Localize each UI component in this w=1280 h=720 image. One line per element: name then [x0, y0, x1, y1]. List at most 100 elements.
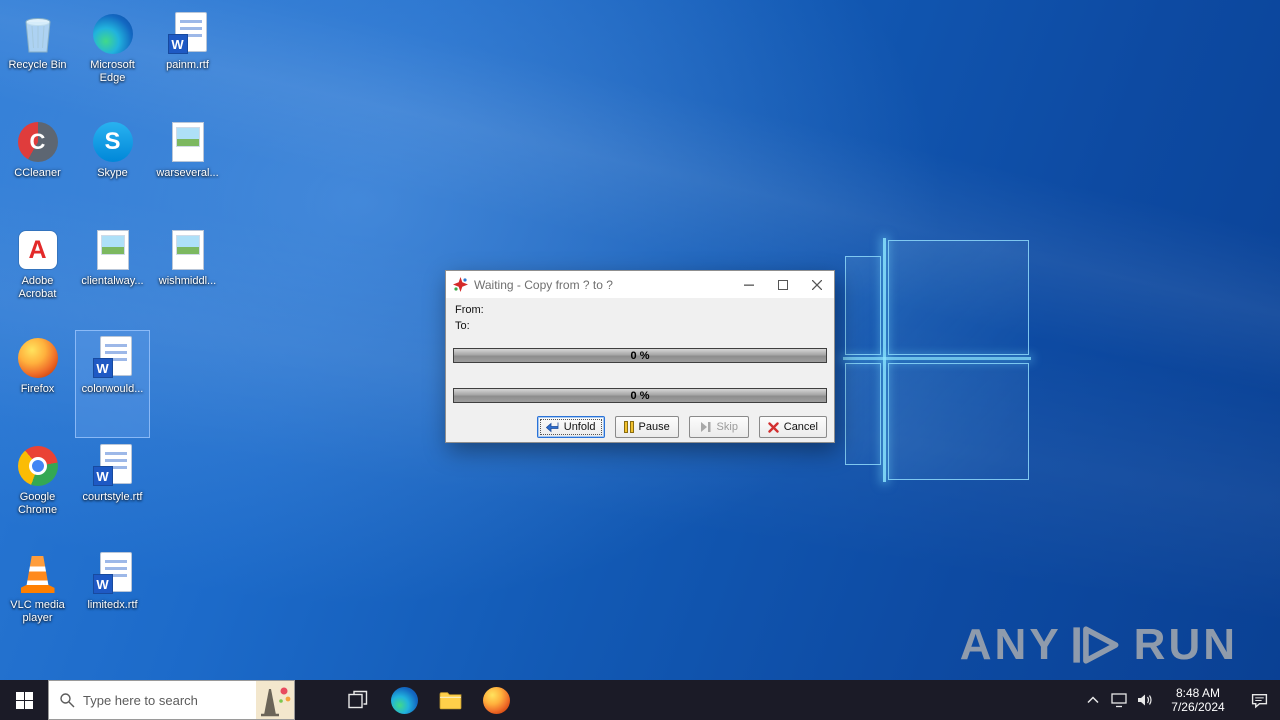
system-tray: 8:48 AM 7/26/2024 — [1080, 680, 1280, 720]
file-explorer-icon — [439, 691, 461, 709]
progress-bar-total: 0 % — [453, 388, 827, 403]
taskbar-clock[interactable]: 8:48 AM 7/26/2024 — [1158, 686, 1238, 714]
vlc-icon — [16, 552, 60, 596]
from-label: From: — [455, 304, 484, 316]
desktop-icon-label: Firefox — [20, 383, 55, 395]
acrobat-icon: A — [16, 228, 60, 272]
desktop: Recycle Bin C CCleaner A Adobe Acrobat F… — [0, 0, 1280, 720]
word-icon: W — [91, 336, 135, 380]
taskbar: 8:48 AM 7/26/2024 — [0, 680, 1280, 720]
windows-logo-glow — [843, 357, 1031, 360]
watermark-any-text: ANY — [959, 620, 1062, 669]
cancel-icon — [768, 421, 779, 433]
desktop-icon-label: Microsoft Edge — [90, 59, 135, 84]
taskbar-edge-button[interactable] — [381, 680, 427, 720]
hidden-icons-chevron[interactable] — [1080, 680, 1106, 720]
desktop-icon-skype[interactable]: S Skype — [75, 114, 150, 222]
desktop-icon-label: painm.rtf — [166, 59, 209, 71]
dialog-app-icon — [453, 277, 468, 292]
pause-icon — [623, 421, 634, 433]
windows-logo-pane — [845, 256, 881, 355]
desktop-icon-label: Skype — [97, 167, 128, 179]
desktop-icon-label: Recycle Bin — [8, 59, 67, 71]
minimize-button[interactable] — [732, 272, 766, 298]
windows-logo-wallpaper — [843, 238, 1031, 482]
desktop-icons: Recycle Bin C CCleaner A Adobe Acrobat F… — [0, 6, 225, 654]
skip-button[interactable]: Skip — [688, 416, 749, 438]
image-icon — [166, 120, 210, 164]
desktop-icon-limitedx-rtf[interactable]: W limitedx.rtf — [75, 546, 150, 654]
desktop-icon-adobe-acrobat[interactable]: A Adobe Acrobat — [0, 222, 75, 330]
dialog-button-row: Unfold Pause Skip Cancel — [536, 416, 827, 438]
taskbar-file-explorer-button[interactable] — [427, 680, 473, 720]
skip-label: Skip — [716, 421, 738, 433]
desktop-icon-courtstyle-rtf[interactable]: W courtstyle.rtf — [75, 438, 150, 546]
desktop-icon-label: Google Chrome — [17, 491, 58, 516]
desktop-icon-label: clientalway... — [81, 275, 144, 287]
desktop-icon-google-chrome[interactable]: Google Chrome — [0, 438, 75, 546]
unfold-label: Unfold — [563, 421, 596, 433]
desktop-icon-warseveral[interactable]: warseveral... — [150, 114, 225, 222]
desktop-icon-label: courtstyle.rtf — [82, 491, 143, 503]
dialog-title: Waiting - Copy from ? to ? — [474, 277, 613, 292]
desktop-icon-firefox[interactable]: Firefox — [0, 330, 75, 438]
desktop-icon-label: colorwould... — [81, 383, 144, 395]
maximize-button[interactable] — [766, 272, 800, 298]
dialog-titlebar[interactable]: Waiting - Copy from ? to ? — [446, 271, 834, 298]
word-icon: W — [91, 444, 135, 488]
word-icon: W — [166, 12, 210, 56]
windows-start-icon — [15, 691, 33, 709]
edge-icon — [91, 12, 135, 56]
desktop-icon-label: CCleaner — [14, 167, 61, 179]
start-button[interactable] — [0, 680, 48, 720]
pause-button[interactable]: Pause — [614, 416, 679, 438]
desktop-icon-colorwould[interactable]: W colorwould... — [75, 330, 150, 438]
skip-icon — [700, 421, 712, 433]
taskbar-firefox-button[interactable] — [473, 680, 519, 720]
desktop-icon-recycle-bin[interactable]: Recycle Bin — [0, 6, 75, 114]
desktop-icon-ccleaner[interactable]: C CCleaner — [0, 114, 75, 222]
unfold-button[interactable]: Unfold — [536, 416, 605, 438]
search-highlight-image[interactable] — [256, 681, 294, 719]
anyrun-logo-icon — [1072, 622, 1124, 668]
watermark-run-text: RUN — [1133, 620, 1238, 669]
desktop-icon-microsoft-edge[interactable]: Microsoft Edge — [75, 6, 150, 114]
cancel-button[interactable]: Cancel — [758, 416, 827, 438]
cancel-label: Cancel — [783, 421, 818, 433]
action-center-icon — [1251, 693, 1267, 708]
desktop-icon-vlc-media-player[interactable]: VLC media player — [0, 546, 75, 654]
clock-time: 8:48 AM — [1175, 686, 1221, 700]
windows-logo-pane — [845, 363, 881, 465]
firefox-icon — [482, 686, 510, 714]
anyrun-watermark: ANY RUN — [960, 620, 1238, 670]
windows-logo-pane — [888, 240, 1029, 355]
taskbar-search-box[interactable] — [48, 680, 295, 720]
chrome-icon — [16, 444, 60, 488]
task-view-icon — [348, 690, 368, 709]
action-center-button[interactable] — [1238, 680, 1280, 720]
image-icon — [91, 228, 135, 272]
progress-bar-current: 0 % — [453, 348, 827, 363]
image-icon — [166, 228, 210, 272]
close-button[interactable] — [800, 272, 834, 298]
desktop-icon-label: Adobe Acrobat — [18, 275, 57, 300]
recycle-bin-icon — [16, 12, 60, 56]
volume-tray-button[interactable] — [1132, 680, 1158, 720]
desktop-icon-wishmiddl[interactable]: wishmiddl... — [150, 222, 225, 330]
firefox-icon — [16, 336, 60, 380]
network-tray-button[interactable] — [1106, 680, 1132, 720]
chevron-up-icon — [1087, 696, 1099, 704]
desktop-icon-clientalway[interactable]: clientalway... — [75, 222, 150, 330]
desktop-icon-painm-rtf[interactable]: W painm.rtf — [150, 6, 225, 114]
windows-logo-glow — [883, 238, 886, 482]
edge-icon — [390, 686, 418, 714]
desktop-icon-label: wishmiddl... — [158, 275, 217, 287]
unfold-icon — [545, 422, 559, 433]
ccleaner-icon: C — [16, 120, 60, 164]
desktop-icon-label: limitedx.rtf — [87, 599, 138, 611]
desktop-icon-label: VLC media player — [10, 599, 65, 624]
task-view-button[interactable] — [335, 680, 381, 720]
network-icon — [1111, 692, 1127, 707]
volume-icon — [1138, 694, 1152, 706]
search-input[interactable] — [83, 681, 248, 719]
